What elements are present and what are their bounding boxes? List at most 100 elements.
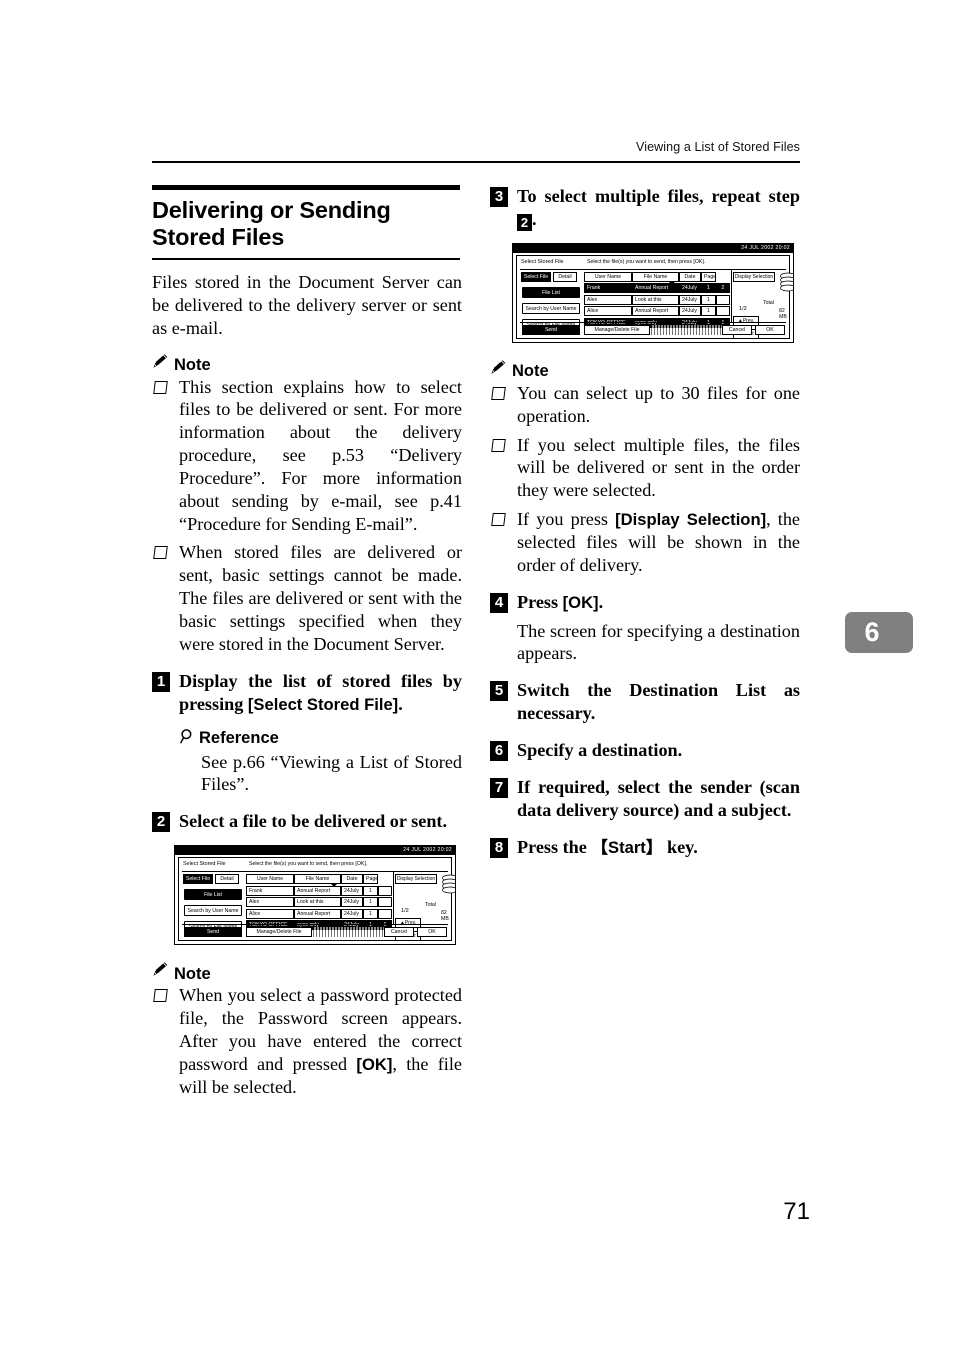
step-6-text: Specify a destination. [517, 740, 683, 761]
lcd-col-file-name[interactable]: File Name [294, 874, 341, 885]
note-item: When stored files are delivered or sent,… [152, 541, 462, 655]
lcd-table-row[interactable]: Alice Annual Report 24July 1 [246, 908, 394, 919]
note-item-text: You can select up to 30 files for one op… [517, 382, 800, 426]
note-list: You can select up to 30 files for one op… [490, 382, 800, 577]
ok-button-ref: [OK] [356, 1054, 393, 1074]
step-8-text: Press the 【Start】 key. [517, 836, 800, 859]
step-4-body: The screen for specifying a destination … [517, 620, 800, 664]
lcd-button-search-by-user-name[interactable]: Search by User Name [184, 905, 242, 917]
lcd-button-file-list[interactable]: File List [184, 889, 242, 901]
step-4: 4 Press [OK]. The screen for specifying … [490, 591, 800, 666]
lcd-cell-file: Annual Report [294, 908, 341, 919]
right-column: 3 To select multiple files, repeat step … [490, 185, 800, 859]
lcd-col-page[interactable]: Page [701, 271, 716, 282]
lcd-body: Select Stored File Select the file(s) yo… [516, 254, 793, 339]
left-column: Delivering or Sending Stored Files Files… [152, 185, 462, 1098]
lcd-bottom-rule [182, 924, 448, 926]
note-item: You can select up to 30 files for one op… [490, 382, 800, 428]
lcd-screen-title: Select Stored File [183, 861, 226, 868]
lcd-cell-date: 24July [341, 908, 363, 919]
lcd-figure-right: 24 JUL 2002 20:02 Select Stored File Sel… [512, 242, 800, 343]
lcd-cell-file: Look at this [294, 897, 341, 908]
lcd-button-ok[interactable]: OK [755, 324, 785, 335]
lcd-button-ok[interactable]: OK [417, 927, 447, 938]
lcd-button-send[interactable]: Send [184, 927, 242, 938]
pencil-icon [152, 961, 169, 982]
reference-heading: Reference [179, 728, 462, 750]
lcd-clock: 24 JUL 2002 20:02 [403, 847, 452, 854]
lcd-total-label: Total [763, 299, 774, 306]
inline-step-badge: 2 [517, 213, 532, 231]
lcd-tab-select-file[interactable]: Select File [521, 271, 551, 282]
note-item: This section explains how to select file… [152, 376, 462, 536]
step-3-text: To select multiple files, repeat step 2. [517, 185, 800, 231]
lcd-screen-title: Select Stored File [521, 258, 564, 265]
lcd-status-bar: 24 JUL 2002 20:02 [175, 846, 455, 856]
reference-block: Reference See p.66 “Viewing a List of St… [152, 728, 462, 797]
square-bullet-icon [491, 513, 506, 527]
lcd-cell-order [716, 294, 730, 305]
step-number-badge: 1 [152, 671, 170, 692]
lcd-button-send[interactable]: Send [522, 324, 580, 335]
operation-panel-screen: 24 JUL 2002 20:02 Select Stored File Sel… [512, 242, 794, 343]
lcd-total-value: 82 MB [441, 910, 449, 923]
section-rule-bottom [152, 257, 460, 260]
lcd-button-cancel[interactable]: Cancel [722, 324, 752, 335]
select-stored-file-button-ref: [Select Stored File] [247, 694, 399, 714]
lcd-table-row[interactable]: Alice Annual Report 24July 1 [584, 306, 732, 317]
note-item-text: If you select multiple files, the files … [517, 434, 800, 501]
running-header: Viewing a List of Stored Files [636, 140, 800, 154]
lcd-cell-user: Alice [584, 306, 632, 317]
lcd-cell-date: 24July [679, 306, 701, 317]
lcd-table-header: User Name File Name Date Page [246, 874, 394, 885]
lcd-cell-order [378, 897, 392, 908]
lcd-col-user-name[interactable]: User Name [246, 874, 294, 885]
note-heading: Note [152, 961, 462, 982]
lcd-cell-date: 24July [679, 283, 701, 294]
step-1: 1 Display the list of stored files by pr… [152, 670, 462, 716]
note-label: Note [512, 362, 549, 381]
lcd-table-row-selected[interactable]: Frank Annual Report 24July 1 2 [584, 283, 732, 294]
step-1-text: Display the list of stored files by pres… [179, 670, 462, 716]
lcd-cell-file: Look at this [632, 294, 679, 305]
lcd-button-manage-delete-file[interactable]: Manage/Delete File [584, 324, 650, 335]
lcd-col-file-name[interactable]: File Name [632, 271, 679, 282]
step-number-badge: 4 [490, 592, 508, 613]
step-1-text-after: . [398, 693, 403, 714]
square-bullet-icon [153, 380, 168, 394]
lcd-sort-caret-icon [331, 884, 337, 888]
lcd-table-row[interactable]: Frank Annual Report 24July 1 [246, 885, 394, 896]
lcd-tab-detail[interactable]: Detail [215, 874, 239, 885]
header-rule [152, 161, 800, 163]
step-number-badge: 6 [490, 741, 508, 762]
square-bullet-icon [491, 386, 506, 400]
lcd-col-date[interactable]: Date [679, 271, 701, 282]
lcd-col-user-name[interactable]: User Name [584, 271, 632, 282]
lcd-file-table: User Name File Name Date Page Frank Annu… [584, 271, 732, 330]
lcd-table-row[interactable]: Alex Look at this 24July 1 [246, 897, 394, 908]
lcd-button-cancel[interactable]: Cancel [384, 927, 414, 938]
lcd-cell-user: Frank [246, 885, 294, 896]
step-number-badge: 5 [490, 681, 508, 702]
step-7: 7 If required, select the sender (scan d… [490, 776, 800, 822]
lcd-cell-page: 1 [363, 897, 378, 908]
step-5: 5 Switch the Destination List as necessa… [490, 679, 800, 725]
lcd-tab-select-file[interactable]: Select File [183, 874, 213, 885]
lcd-cell-order [716, 306, 730, 317]
note-label: Note [174, 964, 211, 983]
note-heading: Note [152, 353, 462, 374]
step-number-badge: 3 [490, 187, 508, 207]
step-number-badge: 8 [490, 837, 508, 858]
lcd-table-row[interactable]: Alex Look at this 24July 1 [584, 294, 732, 305]
step-4-text-before: Press [517, 591, 563, 612]
lcd-tab-detail[interactable]: Detail [553, 271, 577, 282]
lcd-cell-user: Alex [246, 897, 294, 908]
lcd-button-file-list[interactable]: File List [522, 286, 580, 298]
lcd-col-date[interactable]: Date [341, 874, 363, 885]
lcd-clock: 24 JUL 2002 20:02 [741, 244, 790, 251]
start-key-ref: 【Start】 [591, 837, 663, 857]
lcd-button-manage-delete-file[interactable]: Manage/Delete File [246, 927, 312, 938]
lcd-instruction: Select the file(s) you want to send, the… [587, 258, 706, 265]
lcd-col-page[interactable]: Page [363, 874, 378, 885]
lcd-button-search-by-user-name[interactable]: Search by User Name [522, 302, 580, 314]
